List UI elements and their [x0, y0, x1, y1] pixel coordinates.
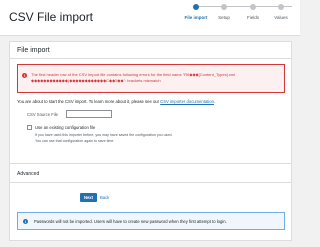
- error-message: The first header row of the CSV import f…: [31, 72, 236, 83]
- error-notice: ! The first header row of the CSV import…: [17, 64, 285, 93]
- import-steps: File import Setup Fields Values: [0, 0, 300, 36]
- existing-config-hint: You can use that configuration again to …: [35, 139, 115, 143]
- divider: [10, 182, 291, 183]
- step-label: Values: [274, 15, 288, 20]
- info-message: Passwords will not be imported. Users wi…: [34, 219, 227, 224]
- csv-source-file-input[interactable]: [66, 110, 112, 118]
- existing-config-label[interactable]: Use an existing configuration file: [35, 125, 95, 130]
- step-dot-icon: [193, 4, 199, 10]
- csv-source-row: CSV Source File: [10, 110, 291, 120]
- step-dot-icon: [278, 4, 284, 10]
- error-icon: !: [22, 73, 27, 78]
- divider: [10, 58, 291, 59]
- existing-config-checkbox[interactable]: [27, 125, 32, 130]
- file-import-card: File import ! The first header row of th…: [9, 41, 292, 241]
- info-icon: i: [23, 219, 28, 224]
- back-link[interactable]: Back: [100, 195, 109, 200]
- existing-config-hint: If you have used this importer before, y…: [35, 133, 173, 137]
- step-values[interactable]: Values: [264, 2, 298, 21]
- info-notice: i Passwords will not be imported. Users …: [17, 212, 285, 230]
- next-button[interactable]: Next: [80, 193, 97, 202]
- documentation-link[interactable]: CSV importer documentation: [160, 99, 214, 104]
- step-dot-icon: [221, 4, 227, 10]
- step-dot-icon: [250, 4, 256, 10]
- top-bar: CSV File import File import Setup Fields…: [0, 0, 300, 36]
- advanced-toggle[interactable]: Advanced: [17, 171, 39, 177]
- intro-suffix: .: [213, 99, 216, 104]
- divider: [10, 163, 291, 164]
- csv-source-label: CSV Source File: [27, 112, 58, 117]
- intro-text: You are about to start the CSV import. T…: [17, 99, 287, 105]
- card-title: File import: [17, 47, 50, 54]
- intro-text-body: You are about to start the CSV import. T…: [17, 99, 159, 104]
